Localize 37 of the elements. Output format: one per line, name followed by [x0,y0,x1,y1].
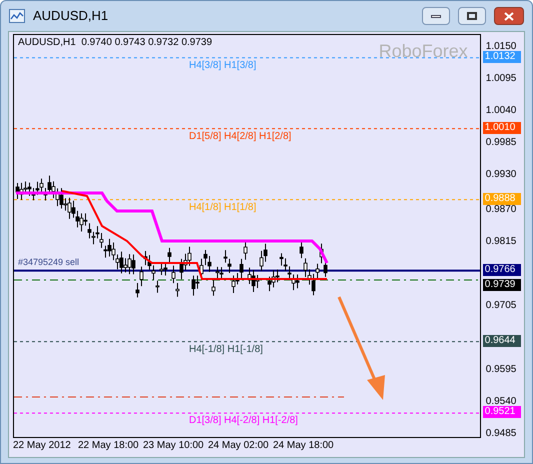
time-tick-label: 24 May 02:00 [208,440,270,453]
close-button[interactable] [494,7,524,25]
level-label: H4[1/8] H1[1/8] [189,202,256,214]
time-tick-label: 24 May 18:00 [273,440,335,453]
price-tick-label: 0.9870 [486,204,516,216]
price-tag: 0.9888 [482,192,521,205]
time-tick-label: 22 May 2012 [13,440,72,453]
maximize-button[interactable] [458,7,486,25]
price-tag: 0.9521 [482,406,521,418]
price-tick-label: 0.9540 [486,396,516,408]
price-tick-label: 0.9930 [486,169,516,182]
price-tick-label: 0.9815 [486,236,516,248]
price-tick-label: 0.9705 [486,300,516,312]
level-label: H4[-1/8] H1[-1/8] [189,344,263,356]
price-tick-label: 1.0150 [486,41,516,52]
level-label: H4[3/8] H1[3/8] [189,60,256,72]
price-tag: 0.9739 [482,279,521,292]
order-label: #34795249 sell [18,257,80,268]
time-tick-label: 23 May 10:00 [143,440,205,453]
level-label: D1[3/8] H4[-2/8] H1[-2/8] [189,415,298,428]
chart-window-icon [9,9,25,23]
watermark-text: RoboForex [378,41,468,61]
price-tick-label: 0.9985 [486,137,516,150]
price-tick-label: 1.0095 [486,73,516,86]
level-label: D1[5/8] H4[2/8] H1[2/8] [189,130,292,143]
price-tick-label: 0.9595 [486,364,516,376]
time-tick-label: 22 May 18:00 [78,440,140,453]
close-icon [504,12,514,20]
price-tag: 1.0010 [482,122,521,134]
price-tick-label: 0.9485 [486,428,516,440]
chart-header: AUDUSD,H1 0.9740 0.9743 0.9732 0.9739 [18,37,212,49]
minimize-button[interactable] [422,7,450,25]
price-tag: 0.9644 [482,334,521,347]
price-tag: 0.9766 [482,264,521,276]
window-title: AUDUSD,H1 [33,7,110,26]
price-tag: 1.0132 [482,50,521,63]
price-tick-label: 1.0040 [486,105,516,118]
